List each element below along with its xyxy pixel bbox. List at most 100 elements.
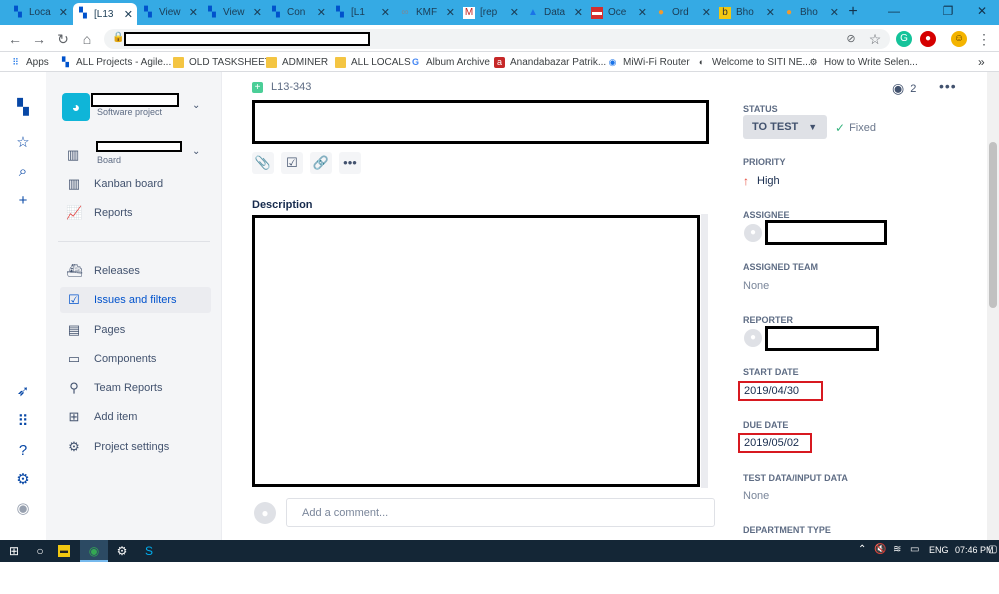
close-window-button[interactable]: ✕ [970,2,994,20]
bookmark-siti[interactable]: ◐ Welcome to SITI NE... [696,55,811,69]
settings-icon[interactable]: ⚙ [14,471,32,489]
sidebar-item-reports[interactable]: 📈 Reports [66,200,216,226]
app-switcher-icon[interactable]: ⠿ [14,413,32,431]
tab-7[interactable]: M [rep ✕ [459,2,523,23]
bookmark-all-projects[interactable]: ▚ ALL Projects - Agile... [60,55,171,69]
omnibox[interactable]: 🔒 [104,29,890,49]
close-icon[interactable]: ✕ [253,6,262,19]
bookmark-selenium[interactable]: ⚙ How to Write Selen... [808,55,917,69]
start-date-field[interactable]: 2019/04/30 [738,381,823,401]
home-button[interactable]: ⌂ [78,30,96,48]
tab-1[interactable]: ▚ [L13 ✕ [73,3,137,25]
restore-button[interactable]: ❐ [936,2,960,20]
comment-input[interactable] [286,498,715,527]
close-icon[interactable]: ✕ [766,6,775,19]
user-avatar-icon[interactable]: ◉ [14,500,32,518]
close-icon[interactable]: ✕ [381,6,390,19]
redacted-assignee[interactable] [765,220,887,245]
new-tab-button[interactable]: + [844,3,862,21]
tab-8[interactable]: ▲ Data ✕ [523,2,587,23]
scrollbar-thumb[interactable] [989,142,997,308]
assigned-team-value[interactable]: None [743,280,769,292]
sidebar-item-pages[interactable]: ▤ Pages [66,317,216,343]
bookmark-all-locals[interactable]: ALL LOCALS [335,55,411,69]
battery-icon[interactable]: ▭ [910,544,919,555]
sidebar-item-releases[interactable]: ⛴ Releases [66,258,216,284]
star-icon[interactable]: ☆ [866,30,884,48]
tray-chevron-icon[interactable]: ⌃ [858,544,866,555]
bookmark-adminer[interactable]: ADMINER [266,55,328,69]
sidebar-item-team-reports[interactable]: ⚲ Team Reports [66,375,216,401]
sidebar-item-add-item[interactable]: ⊞ Add item [66,404,216,430]
tab-12[interactable]: ● Bho ✕ [779,2,843,23]
menu-icon[interactable]: ⋮ [975,30,993,48]
close-icon[interactable]: ✕ [510,6,519,19]
priority-field[interactable]: ↑ High [743,174,780,188]
tab-10[interactable]: ● Ord ✕ [651,2,715,23]
close-icon[interactable]: ✕ [574,6,583,19]
rocket-icon[interactable]: ➶ [14,383,32,401]
bookmark-miwifi[interactable]: ◉ MiWi-Fi Router [607,55,690,69]
sidebar-item-components[interactable]: ▭ Components [66,346,216,372]
volume-muted-icon[interactable]: 🔇 [874,544,886,555]
grammarly-icon[interactable]: G [896,31,912,47]
tab-3[interactable]: ▚ View ✕ [202,2,266,23]
tab-5[interactable]: ▚ [L1 ✕ [330,2,394,23]
project-avatar[interactable]: ◕ [62,93,90,121]
page-scrollbar[interactable] [987,72,999,540]
create-icon[interactable]: + [14,192,32,210]
status-dropdown[interactable]: TO TEST ▼ [743,115,827,139]
notifications-icon[interactable]: ▢ [988,544,997,555]
redacted-description[interactable] [252,215,700,487]
close-icon[interactable]: ✕ [830,6,839,19]
minimize-button[interactable]: — [882,2,906,20]
close-icon[interactable]: ✕ [189,6,198,19]
profile-avatar[interactable]: ☺ [951,31,967,47]
windows-start-icon[interactable]: ⊞ [6,543,22,559]
close-icon[interactable]: ✕ [59,6,68,19]
language-indicator[interactable]: ENG [929,545,949,555]
more-icon[interactable]: ••• [939,78,957,94]
more-bookmarks-icon[interactable]: » [978,55,985,69]
jira-logo-icon[interactable]: ▚ [14,99,32,117]
bookmark-old-tasksheet[interactable]: OLD TASKSHEET [173,55,271,69]
cortana-icon[interactable]: ○ [32,543,48,559]
search-icon[interactable]: ⌕ [14,163,32,181]
redacted-reporter[interactable] [765,326,879,351]
skype-icon[interactable]: S [141,543,157,559]
forward-button[interactable]: → [30,30,48,48]
tab-11[interactable]: b Bho ✕ [715,2,779,23]
bookmark-apps[interactable]: ⠿ Apps [10,55,49,69]
child-issue-button[interactable]: ☑ [281,152,303,174]
test-data-value[interactable]: None [743,490,769,502]
sidebar-item-kanban-board[interactable]: ▥ Kanban board [66,171,216,197]
attach-button[interactable]: 📎 [252,152,274,174]
chevron-down-icon[interactable]: ⌄ [192,146,200,157]
due-date-field[interactable]: 2019/05/02 [738,433,812,453]
description-scrollbar[interactable] [701,214,708,488]
sticky-notes-icon[interactable]: ▬ [58,545,70,557]
issue-key-link[interactable]: + L13-343 [252,81,311,93]
tab-0[interactable]: ▚ Loca ✕ [8,2,72,23]
translate-icon[interactable]: ⊘ [842,30,860,48]
close-icon[interactable]: ✕ [638,6,647,19]
link-issue-button[interactable]: 🔗 [310,152,332,174]
close-icon[interactable]: ✕ [446,6,455,19]
sidebar-item-issues-and-filters[interactable]: ☑ Issues and filters [60,287,211,313]
bookmark-album-archive[interactable]: G Album Archive [410,55,490,69]
more-actions-button[interactable]: ••• [339,152,361,174]
close-icon[interactable]: ✕ [124,8,133,21]
close-icon[interactable]: ✕ [702,6,711,19]
star-icon[interactable]: ☆ [14,134,32,152]
tab-6[interactable]: ∞ KMF ✕ [395,2,459,23]
close-icon[interactable]: ✕ [317,6,326,19]
back-button[interactable]: ← [6,30,24,48]
help-icon[interactable]: ? [14,442,32,460]
sidebar-item-project-settings[interactable]: ⚙ Project settings [66,434,216,460]
adblock-icon[interactable]: ● [920,31,936,47]
tab-2[interactable]: ▚ View ✕ [138,2,202,23]
reload-button[interactable]: ↻ [54,30,72,48]
tab-4[interactable]: ▚ Con ✕ [266,2,330,23]
tab-9[interactable]: ▬ Oce ✕ [587,2,651,23]
settings-icon[interactable]: ⚙ [114,543,130,559]
